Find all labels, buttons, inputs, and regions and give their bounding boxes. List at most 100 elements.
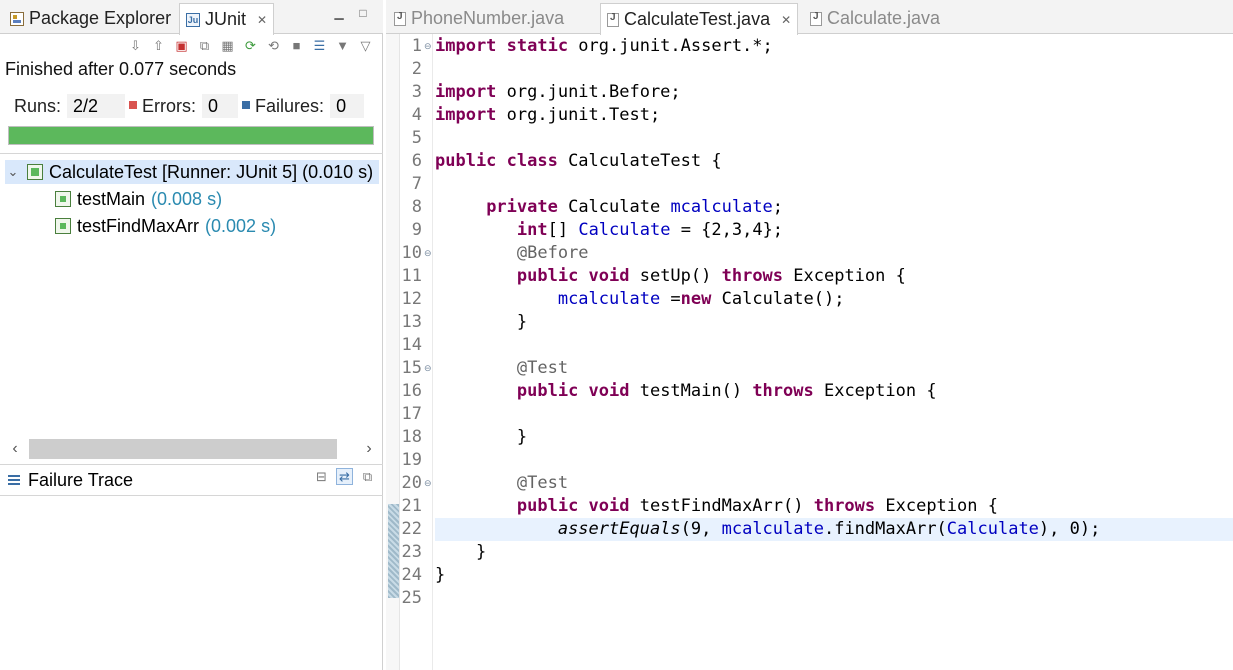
code-token: Exception {: [875, 496, 998, 516]
tab-calculate-java[interactable]: Calculate.java: [804, 3, 946, 34]
history-dropdown-icon[interactable]: ▼: [334, 37, 351, 54]
code-line[interactable]: }: [435, 541, 1233, 564]
code-line[interactable]: [435, 587, 1233, 610]
compare-result-icon[interactable]: ⊟: [313, 468, 330, 485]
code-line[interactable]: [435, 334, 1233, 357]
code-token: Exception {: [783, 266, 906, 286]
runs-label: Runs:: [14, 95, 62, 116]
code-line[interactable]: [435, 403, 1233, 426]
fold-collapse-icon[interactable]: ⊖: [424, 357, 432, 380]
java-file-icon: [810, 11, 822, 26]
test-name: testMain: [77, 188, 146, 209]
tab-label: CalculateTest.java: [624, 9, 771, 29]
code-line[interactable]: [435, 449, 1233, 472]
code-token: int: [516, 220, 548, 240]
minimize-icon[interactable]: ▁: [332, 6, 346, 20]
code-token: public void: [516, 266, 630, 286]
tab-junit[interactable]: Ju JUnit ✕: [179, 3, 275, 35]
code-line[interactable]: @Test: [435, 472, 1233, 495]
code-line[interactable]: @Before: [435, 242, 1233, 265]
rerun-failed-first-icon[interactable]: ⟲: [265, 37, 282, 54]
failure-trace-toolbar: ⊟ ⇄ ⧉: [313, 468, 376, 485]
rerun-test-icon[interactable]: ⟳: [242, 37, 259, 54]
code-token: =: [660, 289, 681, 309]
code-line[interactable]: public void testMain() throws Exception …: [435, 380, 1233, 403]
code-line[interactable]: int[] Calculate = {2,3,4};: [435, 219, 1233, 242]
code-line[interactable]: }: [435, 426, 1233, 449]
code-line[interactable]: public class CalculateTest {: [435, 150, 1233, 173]
scroll-right-icon[interactable]: ›: [359, 440, 379, 458]
code-line[interactable]: assertEquals(9, mcalculate.findMaxArr(Ca…: [435, 518, 1233, 541]
code-line[interactable]: @Test: [435, 357, 1233, 380]
editor-tab-bar: PhoneNumber.java CalculateTest.java ✕ Ca…: [386, 0, 1233, 35]
next-failure-icon[interactable]: ⇩: [127, 37, 144, 54]
fold-collapse-icon[interactable]: ⊖: [424, 472, 432, 495]
code-line[interactable]: mcalculate =new Calculate();: [435, 288, 1233, 311]
previous-failure-icon[interactable]: ⇧: [150, 37, 167, 54]
code-line[interactable]: import org.junit.Test;: [435, 104, 1233, 127]
code-line[interactable]: [435, 127, 1233, 150]
filter-stack-icon[interactable]: ⇄: [336, 468, 353, 485]
copy-trace-icon[interactable]: ⧉: [359, 468, 376, 485]
failures-value: 0: [330, 94, 365, 118]
code-token: private: [486, 197, 558, 217]
code-token: throws: [813, 496, 876, 516]
tab-package-explorer[interactable]: Package Explorer: [4, 3, 177, 34]
close-icon[interactable]: ✕: [257, 13, 267, 27]
show-failures-only-icon[interactable]: ▣: [173, 37, 190, 54]
scroll-left-icon[interactable]: ‹: [5, 440, 25, 458]
scroll-thumb[interactable]: [29, 439, 337, 459]
tree-item-suite[interactable]: ⌄ CalculateTest [Runner: JUnit 5] (0.010…: [5, 160, 379, 184]
line-number: 21: [401, 496, 422, 516]
chevron-down-icon[interactable]: ⌄: [5, 164, 21, 180]
close-icon[interactable]: ✕: [781, 13, 791, 27]
line-number: 23: [401, 542, 422, 562]
line-number: 2: [411, 59, 422, 79]
code-token: Calculate: [578, 220, 671, 240]
line-number: 8: [411, 197, 422, 217]
code-line[interactable]: [435, 173, 1233, 196]
line-number: 9: [411, 220, 422, 240]
code-token: = {2,3,4};: [670, 220, 784, 240]
code-line[interactable]: }: [435, 311, 1233, 334]
fold-collapse-icon[interactable]: ⊖: [424, 35, 432, 58]
code-line[interactable]: [435, 58, 1233, 81]
code-line[interactable]: }: [435, 564, 1233, 587]
code-token: ), 0);: [1038, 519, 1101, 539]
code-line[interactable]: public void testFindMaxArr() throws Exce…: [435, 495, 1233, 518]
test-run-history-icon[interactable]: ☰: [311, 37, 328, 54]
scroll-lock-icon[interactable]: ▦: [219, 37, 236, 54]
code-token: testFindMaxArr(): [629, 496, 814, 516]
show-skipped-icon[interactable]: ⧉: [196, 37, 213, 54]
tree-item-test[interactable]: testMain (0.008 s): [55, 187, 222, 211]
code-token: Calculate();: [711, 289, 845, 309]
code-line[interactable]: public void setUp() throws Exception {: [435, 265, 1233, 288]
code-line[interactable]: import org.junit.Before;: [435, 81, 1233, 104]
scroll-track[interactable]: [25, 438, 359, 459]
maximize-icon[interactable]: □: [356, 6, 370, 20]
code-line[interactable]: private Calculate mcalculate;: [435, 196, 1233, 219]
code-token: @Test: [516, 358, 569, 378]
code-line[interactable]: import static org.junit.Assert.*;: [435, 35, 1233, 58]
code-token: new: [680, 289, 712, 309]
fold-collapse-icon[interactable]: ⊖: [424, 242, 432, 265]
code-token: throws: [752, 381, 814, 401]
stop-icon[interactable]: ■: [288, 37, 305, 54]
tab-phonenumber-java[interactable]: PhoneNumber.java: [388, 3, 570, 34]
editor-area: PhoneNumber.java CalculateTest.java ✕ Ca…: [386, 0, 1233, 670]
line-number: 6: [411, 151, 422, 171]
tab-calculatetest-java[interactable]: CalculateTest.java ✕: [600, 3, 799, 35]
test-suite-icon: [27, 164, 43, 180]
code-token: testMain(): [629, 381, 753, 401]
line-number: 14: [401, 335, 422, 355]
code-token: import static: [435, 36, 579, 56]
view-menu-icon[interactable]: ▽: [357, 37, 374, 54]
line-number: 25: [401, 588, 422, 608]
tree-item-test[interactable]: testFindMaxArr (0.002 s): [55, 214, 276, 238]
code-token: ;: [772, 197, 784, 217]
horizontal-scrollbar[interactable]: ‹ ›: [5, 437, 379, 460]
